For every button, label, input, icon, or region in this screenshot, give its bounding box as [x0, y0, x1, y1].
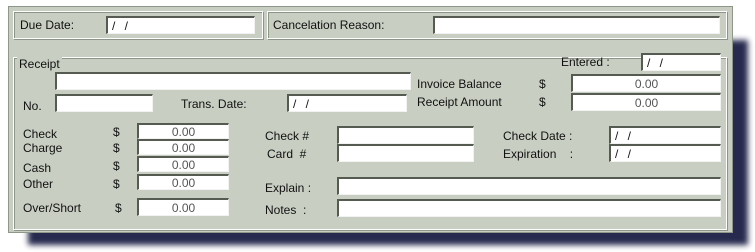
receipt-name-field[interactable]	[55, 72, 411, 90]
receipt-amount-currency: $	[539, 95, 546, 109]
other-currency: $	[113, 177, 120, 191]
over-short-label: Over/Short	[23, 201, 82, 215]
cash-currency: $	[113, 159, 120, 173]
other-label: Other	[23, 177, 54, 191]
entered-date-field[interactable]: / /	[641, 53, 721, 71]
receipt-amount-field[interactable]: 0.00	[571, 93, 721, 111]
notes-label: Notes :	[265, 203, 307, 217]
card-number-field[interactable]	[337, 144, 474, 162]
charge-currency: $	[113, 141, 120, 155]
cash-amount-field[interactable]: 0.00	[137, 156, 229, 172]
check-amount-field[interactable]: 0.00	[137, 123, 229, 139]
card-number-label: Card #	[267, 147, 307, 161]
receipt-group-label: Receipt	[17, 57, 62, 71]
check-label: Check	[23, 127, 58, 141]
receipt-form-panel: Due Date: / / Cancelation Reason: Receip…	[8, 6, 733, 233]
check-date-label: Check Date :	[503, 129, 573, 143]
trans-date-field[interactable]: / /	[287, 94, 407, 112]
explain-label: Explain :	[265, 181, 312, 195]
check-number-field[interactable]	[337, 126, 474, 144]
due-date-group: Due Date: / /	[13, 11, 263, 39]
charge-amount-field[interactable]: 0.00	[137, 139, 229, 155]
other-amount-field[interactable]: 0.00	[137, 174, 229, 190]
check-number-label: Check #	[265, 129, 310, 143]
over-short-amount-field[interactable]: 0.00	[137, 198, 229, 216]
expiration-date-field[interactable]: / /	[609, 144, 721, 162]
cancellation-reason-field[interactable]	[433, 16, 720, 34]
explain-field[interactable]	[337, 177, 721, 195]
receipt-no-field[interactable]	[55, 94, 153, 112]
due-date-field[interactable]: / /	[106, 16, 255, 34]
no-label: No.	[23, 99, 42, 113]
check-date-field[interactable]: / /	[609, 126, 721, 144]
trans-date-label: Trans. Date:	[181, 97, 247, 111]
over-short-currency: $	[115, 201, 122, 215]
expiration-label: Expiration :	[503, 147, 574, 161]
due-date-label: Due Date:	[20, 18, 75, 32]
cancellation-reason-group: Cancelation Reason:	[267, 11, 727, 39]
receipt-amount-label: Receipt Amount	[417, 95, 502, 109]
notes-field[interactable]	[337, 199, 721, 217]
cancellation-reason-label: Cancelation Reason:	[273, 18, 385, 32]
check-currency: $	[113, 125, 120, 139]
charge-label: Charge	[23, 141, 63, 155]
invoice-balance-currency: $	[539, 77, 546, 91]
invoice-balance-field[interactable]: 0.00	[571, 74, 721, 92]
entered-label: Entered :	[561, 55, 610, 69]
cash-label: Cash	[23, 161, 52, 175]
invoice-balance-label: Invoice Balance	[417, 77, 502, 91]
